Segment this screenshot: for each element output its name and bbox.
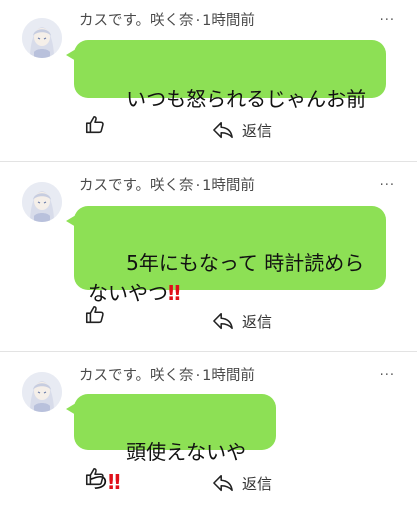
comment-item: カスです。咲く奈 · 1時間前 ··· 5年にもなって 時計読めらないやつ‼ 返信 (0, 162, 417, 350)
reply-arrow-icon (213, 312, 233, 330)
message-bubble: いつも怒られるじゃんお前 (66, 40, 386, 111)
message-bubble: 5年にもなって 時計読めらないやつ‼ (66, 206, 386, 305)
comment-feed: カスです。咲く奈 · 1時間前 ··· いつも怒られるじゃんお前 返信 カスです… (0, 0, 417, 512)
timestamp: 1時間前 (202, 13, 255, 29)
ellipsis-icon: ··· (379, 368, 395, 383)
timestamp: 1時間前 (202, 178, 255, 194)
thumbs-up-outline-icon (85, 115, 104, 134)
comment-meta: カスです。咲く奈 · 1時間前 (79, 364, 255, 385)
message-bubble: 頭使えないやつ‼ (66, 394, 276, 494)
anime-avatar-image (22, 18, 62, 58)
meta-separator: · (195, 368, 201, 384)
more-options-button[interactable]: ··· (379, 368, 395, 383)
reply-button[interactable]: 返信 (212, 310, 272, 332)
timestamp: 1時間前 (202, 368, 255, 384)
reply-arrow-icon (213, 474, 233, 492)
ellipsis-icon: ··· (379, 13, 395, 28)
comment-item: カスです。咲く奈 · 1時間前 ··· いつも怒られるじゃんお前 返信 (0, 0, 417, 160)
author-name[interactable]: カスです。咲く奈 (79, 368, 194, 384)
comment-meta: カスです。咲く奈 · 1時間前 (79, 9, 255, 30)
reply-label: 返信 (242, 312, 273, 331)
reply-label: 返信 (242, 121, 273, 140)
comment-item: カスです。咲く奈 · 1時間前 ··· 頭使えないやつ‼ 返信 (0, 352, 417, 512)
meta-separator: · (195, 178, 201, 194)
double-exclamation-emoji: ‼ (168, 281, 180, 305)
double-exclamation-emoji: ‼ (108, 470, 120, 494)
author-name[interactable]: カスです。咲く奈 (79, 13, 194, 29)
reply-arrow-icon (213, 121, 233, 139)
comment-meta: カスです。咲く奈 · 1時間前 (79, 174, 255, 195)
meta-separator: · (195, 13, 201, 29)
message-text: いつも怒られるじゃんお前 (126, 87, 367, 111)
like-button[interactable] (84, 466, 106, 488)
message-text: 5年にもなって 時計読めらないやつ (88, 251, 365, 305)
like-button[interactable] (84, 114, 106, 136)
thumbs-up-outline-icon (85, 305, 104, 324)
reply-label: 返信 (242, 474, 273, 493)
ellipsis-icon: ··· (379, 178, 395, 193)
thumbs-up-outline-icon (85, 467, 104, 486)
author-name[interactable]: カスです。咲く奈 (79, 178, 194, 194)
like-button[interactable] (84, 304, 106, 326)
avatar[interactable] (22, 182, 62, 222)
avatar[interactable] (22, 372, 62, 412)
more-options-button[interactable]: ··· (379, 13, 395, 28)
anime-avatar-image (22, 372, 62, 412)
anime-avatar-image (22, 182, 62, 222)
reply-button[interactable]: 返信 (212, 119, 272, 141)
reply-button[interactable]: 返信 (212, 472, 272, 494)
avatar[interactable] (22, 18, 62, 58)
more-options-button[interactable]: ··· (379, 178, 395, 193)
